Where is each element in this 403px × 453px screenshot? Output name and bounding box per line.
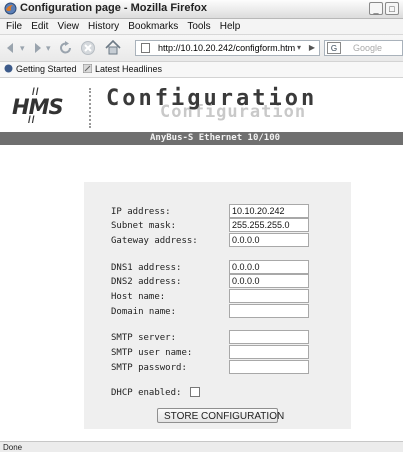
status-bar: Done	[0, 441, 403, 452]
page-header: // HMS // Configuration Configuration	[0, 78, 403, 132]
search-input[interactable]: G Google	[324, 40, 403, 56]
smtp-server-field[interactable]	[229, 330, 309, 344]
window-title: Configuration page - Mozilla Firefox	[20, 2, 207, 14]
page-subtitle: AnyBus-S Ethernet 10/100	[150, 133, 281, 143]
bookmark-label: Getting Started	[16, 64, 77, 74]
ip-address-label: IP address:	[111, 207, 171, 217]
gateway-address-label: Gateway address:	[111, 236, 198, 246]
stop-icon[interactable]	[80, 40, 96, 56]
dns2-address-field[interactable]	[229, 274, 309, 288]
url-input[interactable]: http://10.10.20.242/configform.htm ▾ ▶	[135, 40, 320, 56]
firefox-icon	[4, 2, 17, 15]
menu-bookmarks[interactable]: Bookmarks	[128, 19, 178, 34]
navigation-toolbar: ▾ ▾ http://10.10.20.242/configform.htm ▾…	[0, 35, 403, 62]
ip-address-field[interactable]	[229, 204, 309, 218]
store-configuration-button[interactable]: STORE CONFIGURATION	[157, 408, 284, 423]
dns1-address-label: DNS1 address:	[111, 263, 182, 273]
bookmark-latest-headlines[interactable]: Latest Headlines	[83, 62, 162, 77]
smtp-user-name-field[interactable]	[229, 345, 309, 359]
page-icon	[141, 43, 150, 53]
search-placeholder: Google	[353, 43, 383, 53]
configuration-form: IP address: Subnet mask: Gateway address…	[84, 182, 351, 429]
page-content: // HMS // Configuration Configuration An…	[0, 78, 403, 440]
minimize-button[interactable]: _	[369, 2, 383, 15]
host-name-field[interactable]	[229, 289, 309, 303]
host-name-label: Host name:	[111, 292, 166, 302]
status-text: Done	[3, 443, 23, 452]
go-icon[interactable]: ▶	[309, 41, 315, 55]
domain-name-field[interactable]	[229, 304, 309, 318]
smtp-password-field[interactable]	[229, 360, 309, 374]
bookmark-label: Latest Headlines	[95, 64, 163, 74]
gateway-address-field[interactable]	[229, 233, 309, 247]
home-icon[interactable]	[104, 39, 122, 56]
header-divider	[89, 88, 93, 128]
search-engine-icon[interactable]: G	[327, 42, 341, 54]
menu-tools[interactable]: Tools	[187, 19, 210, 34]
getting-started-icon	[4, 64, 13, 73]
subtitle-bar: AnyBus-S Ethernet 10/100	[0, 132, 403, 145]
page-title: Configuration	[106, 86, 318, 111]
menu-view[interactable]: View	[57, 19, 79, 34]
bookmarks-toolbar: Getting Started Latest Headlines	[0, 62, 403, 78]
hms-logo: // HMS //	[12, 87, 72, 127]
subnet-mask-field[interactable]	[229, 218, 309, 232]
logo-text: HMS	[12, 95, 64, 119]
dns1-address-field[interactable]	[229, 260, 309, 274]
url-text: http://10.10.20.242/configform.htm	[158, 43, 296, 53]
menu-edit[interactable]: Edit	[31, 19, 48, 34]
dhcp-enabled-checkbox[interactable]	[190, 387, 200, 397]
menu-bar: File Edit View History Bookmarks Tools H…	[0, 19, 403, 35]
url-dropdown-icon[interactable]: ▾	[297, 41, 301, 55]
smtp-user-name-label: SMTP user name:	[111, 348, 193, 358]
menu-help[interactable]: Help	[220, 19, 241, 34]
menu-file[interactable]: File	[6, 19, 22, 34]
forward-dropdown-icon[interactable]: ▾	[46, 39, 51, 57]
domain-name-label: Domain name:	[111, 307, 177, 317]
reload-icon[interactable]	[58, 40, 74, 56]
dns2-address-label: DNS2 address:	[111, 277, 182, 287]
maximize-button[interactable]: □	[385, 2, 399, 15]
back-icon[interactable]	[4, 41, 18, 55]
dhcp-enabled-label: DHCP enabled:	[111, 388, 182, 398]
back-dropdown-icon[interactable]: ▾	[20, 39, 25, 57]
bookmark-getting-started[interactable]: Getting Started	[4, 62, 77, 77]
forward-icon[interactable]	[30, 41, 44, 55]
window-titlebar: Configuration page - Mozilla Firefox _ □	[0, 0, 403, 19]
rss-feed-icon	[83, 64, 92, 73]
menu-history[interactable]: History	[88, 19, 119, 34]
logo-ticks-bottom: //	[28, 115, 36, 126]
subnet-mask-label: Subnet mask:	[111, 221, 177, 231]
smtp-server-label: SMTP server:	[111, 333, 177, 343]
smtp-password-label: SMTP password:	[111, 363, 187, 373]
